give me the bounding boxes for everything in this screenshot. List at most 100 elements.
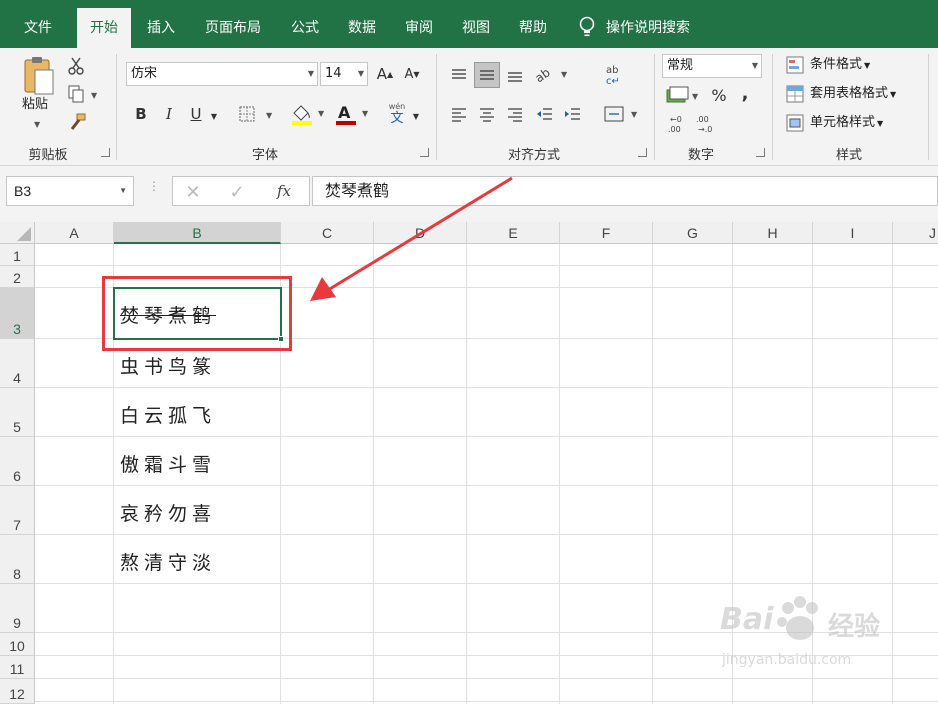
row-header-11[interactable]: 11 bbox=[0, 656, 35, 679]
comma-style-button[interactable]: , bbox=[736, 82, 754, 104]
divider bbox=[928, 54, 929, 160]
decrease-decimal-icon[interactable]: .00 →.0 bbox=[694, 112, 720, 136]
tab-help[interactable]: 帮助 bbox=[510, 0, 556, 48]
tab-home[interactable]: 开始 bbox=[77, 8, 131, 48]
row-header-7[interactable]: 7 bbox=[0, 486, 35, 535]
ribbon-tab-bar: 文件 开始 插入 页面布局 公式 数据 审阅 视图 帮助 操作说明搜索 bbox=[0, 0, 938, 48]
increase-indent-icon[interactable] bbox=[560, 102, 586, 126]
font-color-icon[interactable]: A ▼ bbox=[334, 102, 372, 126]
svg-text:▼: ▼ bbox=[91, 91, 98, 100]
decrease-font-size-icon[interactable]: A ▼ bbox=[402, 64, 422, 84]
row-header-3[interactable]: 3 bbox=[0, 288, 35, 339]
increase-font-size-icon[interactable]: A ▲ bbox=[375, 64, 395, 84]
clipboard-launcher-icon[interactable] bbox=[101, 148, 110, 157]
cell-b4[interactable]: 虫书鸟篆 bbox=[114, 352, 281, 379]
svg-text:▼: ▼ bbox=[318, 109, 325, 118]
align-middle-icon[interactable] bbox=[474, 62, 500, 88]
column-header-i[interactable]: I bbox=[813, 222, 893, 244]
align-right-icon[interactable] bbox=[502, 102, 528, 126]
column-header-f[interactable]: F bbox=[560, 222, 653, 244]
select-all-button[interactable] bbox=[0, 222, 35, 244]
row-header-1[interactable]: 1 bbox=[0, 244, 35, 266]
column-header-g[interactable]: G bbox=[653, 222, 733, 244]
row-number: 8 bbox=[13, 566, 21, 582]
gridline bbox=[35, 485, 938, 486]
row-header-4[interactable]: 4 bbox=[0, 339, 35, 388]
decrease-indent-icon[interactable] bbox=[532, 102, 558, 126]
row-header-8[interactable]: 8 bbox=[0, 535, 35, 584]
row-header-12[interactable]: 12 bbox=[0, 679, 35, 704]
cancel-icon[interactable]: ✕ bbox=[182, 182, 204, 203]
row-header-2[interactable]: 2 bbox=[0, 266, 35, 288]
chevron-down-icon: ▼ bbox=[751, 61, 758, 70]
chevron-down-icon[interactable]: ▼ bbox=[207, 106, 221, 126]
italic-button[interactable]: I bbox=[160, 104, 178, 124]
column-header-b[interactable]: B bbox=[114, 222, 281, 244]
row-header-5[interactable]: 5 bbox=[0, 388, 35, 437]
paste-icon[interactable] bbox=[20, 56, 56, 96]
gridline bbox=[559, 244, 560, 704]
cell-styles-button[interactable]: 单元格样式 ▼ bbox=[810, 114, 883, 133]
cut-icon[interactable] bbox=[66, 56, 86, 76]
tab-formulas[interactable]: 公式 bbox=[282, 0, 328, 48]
name-box[interactable]: B3 ▼ bbox=[6, 176, 134, 206]
merge-center-icon[interactable]: ▼ bbox=[602, 102, 642, 126]
tab-page-layout[interactable]: 页面布局 bbox=[196, 0, 270, 48]
svg-text:→.0: →.0 bbox=[698, 125, 712, 134]
column-header-h[interactable]: H bbox=[733, 222, 813, 244]
phonetic-guide-icon[interactable]: wén 文 bbox=[386, 102, 408, 126]
align-bottom-icon[interactable] bbox=[502, 62, 528, 88]
insert-function-button[interactable]: fx bbox=[272, 180, 296, 202]
conditional-formatting-button[interactable]: 条件格式 ▼ bbox=[810, 56, 870, 75]
cell-b7[interactable]: 哀矜勿喜 bbox=[114, 499, 281, 526]
cell-b5[interactable]: 白云孤飞 bbox=[114, 401, 281, 428]
accounting-format-icon[interactable]: ▼ bbox=[664, 84, 700, 106]
number-launcher-icon[interactable] bbox=[756, 148, 765, 157]
fill-color-icon[interactable]: ▼ bbox=[289, 102, 329, 126]
chevron-down-icon: ▼ bbox=[357, 69, 364, 78]
font-size-combo[interactable]: 14 ▼ bbox=[320, 62, 368, 86]
format-painter-icon[interactable] bbox=[66, 112, 88, 132]
chevron-down-icon: ▼ bbox=[864, 61, 871, 70]
annotation-arrow-icon bbox=[310, 176, 513, 301]
paste-button[interactable]: 粘贴 bbox=[22, 96, 48, 114]
tell-me-search[interactable]: 操作说明搜索 bbox=[606, 0, 708, 48]
copy-icon[interactable]: ▼ bbox=[66, 84, 102, 104]
borders-icon[interactable]: ▼ bbox=[237, 104, 277, 124]
row-header-9[interactable]: 9 bbox=[0, 584, 35, 633]
gridline bbox=[35, 701, 938, 702]
font-launcher-icon[interactable] bbox=[420, 148, 429, 157]
row-header-6[interactable]: 6 bbox=[0, 437, 35, 486]
gridline bbox=[35, 387, 938, 388]
row-header-10[interactable]: 10 bbox=[0, 633, 35, 656]
chevron-down-icon[interactable]: ▼ bbox=[410, 106, 422, 126]
ribbon-home: 粘贴 ▼ ▼ 剪贴板 仿宋 ▼ 14 ▼ A ▲ A ▼ B I U ▼ ▼ ▼ A ▼ … bbox=[0, 48, 938, 166]
font-name-combo[interactable]: 仿宋 ▼ bbox=[126, 62, 318, 86]
tab-file[interactable]: 文件 bbox=[10, 0, 66, 48]
tab-insert[interactable]: 插入 bbox=[138, 0, 184, 48]
enter-icon[interactable]: ✓ bbox=[226, 182, 248, 203]
cell-b6[interactable]: 傲霜斗雪 bbox=[114, 450, 281, 477]
underline-button[interactable]: U bbox=[187, 104, 205, 124]
paste-dropdown-icon[interactable]: ▼ bbox=[34, 116, 40, 134]
percent-style-button[interactable]: % bbox=[708, 84, 730, 106]
chevron-down-icon: ▼ bbox=[307, 69, 314, 78]
cell-b8[interactable]: 熬清守淡 bbox=[114, 548, 281, 575]
tab-view[interactable]: 视图 bbox=[453, 0, 499, 48]
number-format-combo[interactable]: 常规 ▼ bbox=[662, 54, 762, 78]
align-left-icon[interactable] bbox=[446, 102, 472, 126]
column-header-a[interactable]: A bbox=[35, 222, 114, 244]
align-center-icon[interactable] bbox=[474, 102, 500, 126]
column-header-j[interactable]: J bbox=[893, 222, 938, 244]
tab-data[interactable]: 数据 bbox=[339, 0, 385, 48]
increase-decimal-icon[interactable]: ←0.00 bbox=[666, 112, 692, 136]
orientation-icon[interactable]: ab ▼ bbox=[532, 62, 570, 86]
align-top-icon[interactable] bbox=[446, 62, 472, 88]
wrap-text-icon[interactable]: ab c↵ bbox=[602, 62, 626, 88]
formula-bar-grip-icon[interactable]: ⋮ bbox=[148, 180, 160, 198]
format-as-table-button[interactable]: 套用表格格式 ▼ bbox=[810, 85, 896, 104]
tab-review[interactable]: 审阅 bbox=[396, 0, 442, 48]
alignment-launcher-icon[interactable] bbox=[638, 148, 647, 157]
bold-button[interactable]: B bbox=[132, 104, 150, 124]
row-number: 7 bbox=[13, 517, 21, 533]
